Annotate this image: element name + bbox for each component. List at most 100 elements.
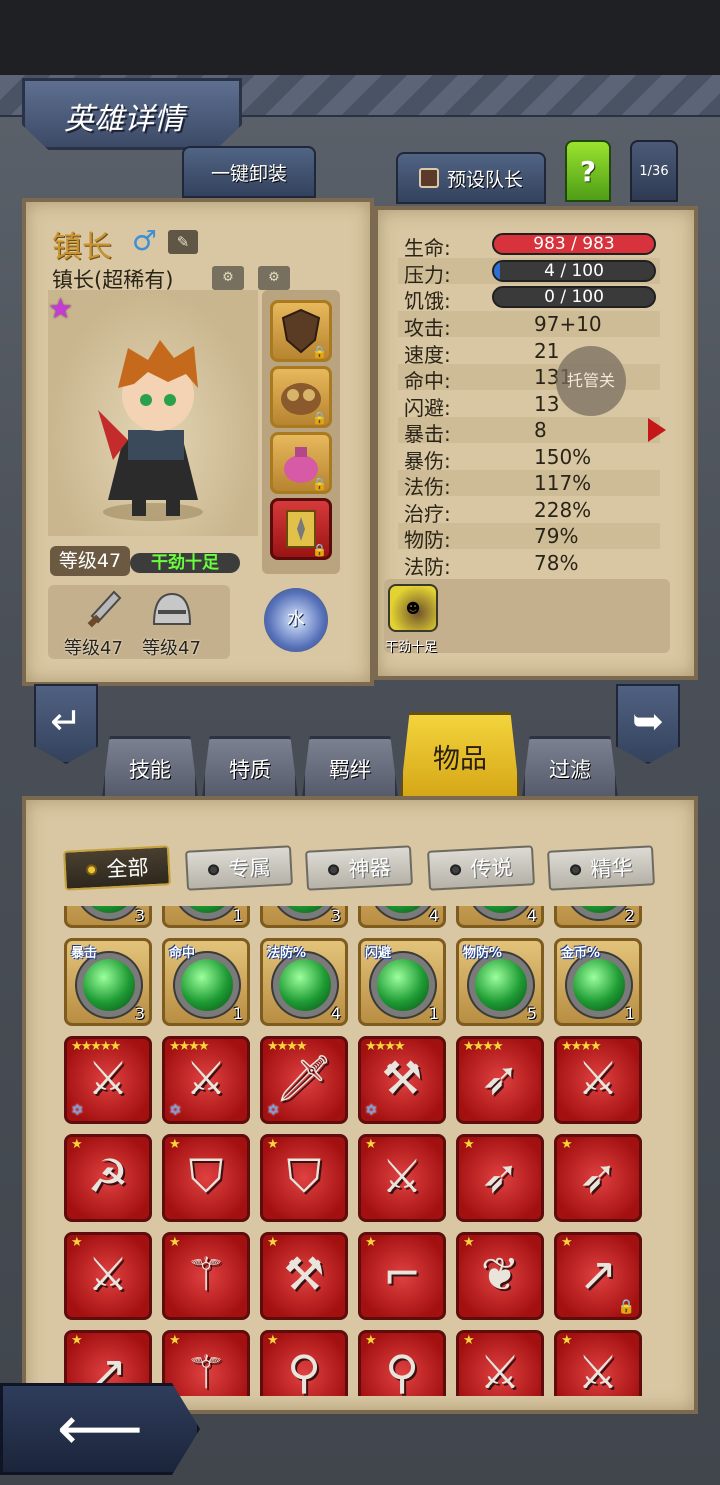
- filter-legendary-button[interactable]: 传说: [427, 845, 535, 891]
- inventory-item[interactable]: ★ ➶: [456, 1134, 544, 1222]
- gem-icon: [573, 959, 625, 1011]
- inventory-item[interactable]: ★★★★ ⚔: [554, 1036, 642, 1124]
- crossbow-icon: ⚔: [87, 1051, 129, 1105]
- stat-hp: 生命: 983 / 983: [398, 231, 660, 260]
- bow-icon: ➶: [480, 1149, 520, 1203]
- inventory-item[interactable]: ★★★★ ➶: [456, 1036, 544, 1124]
- inventory-item[interactable]: ★ ⛉: [162, 1134, 250, 1222]
- hp-value: 983 / 983: [533, 234, 615, 254]
- sword-icon[interactable]: [84, 588, 124, 636]
- class-info-icon[interactable]: ⚙: [212, 266, 244, 290]
- inventory-item[interactable]: 2: [554, 906, 642, 928]
- inventory-item[interactable]: ★ ⚔: [456, 1330, 544, 1396]
- back-button[interactable]: ⟵: [0, 1383, 200, 1475]
- inventory-item[interactable]: 3: [64, 906, 152, 928]
- filter-all-button[interactable]: 全部: [63, 845, 171, 891]
- inventory-item[interactable]: 法防% 4: [260, 938, 348, 1026]
- inventory-item[interactable]: ★ ⚚: [162, 1330, 250, 1396]
- gem-icon: [475, 959, 527, 1011]
- hero-name: 镇长: [52, 230, 112, 265]
- radio-dot-icon: [85, 863, 97, 876]
- preset-captain-checkbox[interactable]: [418, 168, 439, 188]
- inventory-item[interactable]: 1: [162, 906, 250, 928]
- inventory-item[interactable]: 物防% 5: [456, 938, 544, 1026]
- stat-label: 法伤:: [404, 475, 451, 499]
- tab-bonds[interactable]: 羁绊: [302, 736, 398, 798]
- equip-slot-shield[interactable]: 🔒: [270, 300, 332, 362]
- inventory-item[interactable]: ★ ⚒: [260, 1232, 348, 1320]
- equip-slot-helmet[interactable]: 🔒: [270, 366, 332, 428]
- spear-icon: ↗: [578, 1247, 618, 1301]
- male-icon: ♂: [132, 224, 158, 257]
- stat-label: 法防:: [404, 555, 451, 579]
- expand-arrow-icon[interactable]: [648, 418, 666, 442]
- radio-dot-icon: [449, 863, 461, 876]
- inventory-item[interactable]: 4: [358, 906, 446, 928]
- hp-bar: 983 / 983: [492, 233, 656, 255]
- stat-value: 79%: [534, 524, 579, 548]
- tab-skills[interactable]: 技能: [102, 736, 198, 798]
- item-count: 4: [330, 1004, 341, 1023]
- item-count: 4: [428, 906, 439, 925]
- filter-essence-button[interactable]: 精华: [547, 845, 655, 891]
- inventory-item[interactable]: ★ ❦: [456, 1232, 544, 1320]
- inventory-item[interactable]: 闪避 1: [358, 938, 446, 1026]
- scythe-icon: ☭: [87, 1149, 129, 1203]
- inventory-item[interactable]: 4: [456, 906, 544, 928]
- class-info-icon-2[interactable]: ⚙: [258, 266, 290, 290]
- element-label: 水: [287, 609, 305, 630]
- inventory-item[interactable]: ★ ↗ 🔒: [554, 1232, 642, 1320]
- tab-filter[interactable]: 过滤: [522, 736, 618, 798]
- item-count: 1: [232, 906, 243, 925]
- auto-toggle-button[interactable]: 托管关: [556, 346, 626, 416]
- inventory-item[interactable]: 暴击 3: [64, 938, 152, 1026]
- radio-dot-icon: [327, 863, 339, 876]
- water-element-icon: 水: [264, 588, 328, 652]
- inventory-item[interactable]: ★ ⚔: [554, 1330, 642, 1396]
- help-button[interactable]: ?: [565, 140, 611, 202]
- equip-slot-book[interactable]: 🔒: [270, 498, 332, 560]
- inventory-item[interactable]: ★★★★ ⚒ ✡: [358, 1036, 446, 1124]
- preset-captain-button[interactable]: 预设队长: [396, 152, 546, 204]
- edit-name-icon[interactable]: ✎: [168, 230, 198, 254]
- inventory-item[interactable]: 金币% 1: [554, 938, 642, 1026]
- inventory-item[interactable]: ★ ⚲: [358, 1330, 446, 1396]
- gem-icon: [377, 959, 429, 1011]
- shield-icon: ⛉: [286, 1149, 322, 1203]
- stat-row: 法伤: 117%: [398, 470, 660, 499]
- inventory-item[interactable]: ★★★★★ ⚔ ✡: [64, 1036, 152, 1124]
- item-label: 法防%: [267, 946, 307, 961]
- help-label: ?: [579, 154, 597, 188]
- auto-toggle-label: 托管关: [566, 371, 615, 390]
- filter-artifact-button[interactable]: 神器: [305, 845, 413, 891]
- inventory-item[interactable]: ★★★★ ⚔ ✡: [162, 1036, 250, 1124]
- weapon-level: 等级47: [64, 638, 123, 659]
- inventory-item[interactable]: 命中 1: [162, 938, 250, 1026]
- bow-icon: ➶: [480, 1051, 520, 1105]
- shield-icon: ⛉: [188, 1149, 224, 1203]
- inventory-item[interactable]: ★ ⚔: [358, 1134, 446, 1222]
- equip-slot-accessory[interactable]: 🔒: [270, 432, 332, 494]
- inventory-item[interactable]: ★ ➶: [554, 1134, 642, 1222]
- helmet-icon[interactable]: [150, 588, 194, 634]
- inventory-item[interactable]: ★ ⚔: [64, 1232, 152, 1320]
- inventory-item[interactable]: ★ ☭: [64, 1134, 152, 1222]
- tab-items[interactable]: 物品: [400, 712, 520, 798]
- inventory-item[interactable]: ★ ⚲: [260, 1330, 348, 1396]
- item-label: 闪避: [365, 946, 392, 961]
- bow-icon: ➶: [578, 1149, 618, 1203]
- tab-traits[interactable]: 特质: [202, 736, 298, 798]
- inventory-item[interactable]: 3: [260, 906, 348, 928]
- stat-row: 物防: 79%: [398, 523, 660, 552]
- unequip-all-button[interactable]: 一键卸装: [182, 146, 316, 198]
- inventory-item[interactable]: ★ ⛉: [260, 1134, 348, 1222]
- filter-exclusive-button[interactable]: 专属: [185, 845, 293, 891]
- gem-icon: [83, 959, 135, 1011]
- gem-icon: [181, 959, 233, 1011]
- unequip-all-label: 一键卸装: [210, 162, 287, 185]
- inventory-item[interactable]: ★ ⌐: [358, 1232, 446, 1320]
- inventory-item[interactable]: ★ ⚚: [162, 1232, 250, 1320]
- trait-icon[interactable]: ☻: [388, 584, 438, 632]
- gem-icon: [279, 959, 331, 1011]
- inventory-item[interactable]: ★★★★ 🗡 ✡: [260, 1036, 348, 1124]
